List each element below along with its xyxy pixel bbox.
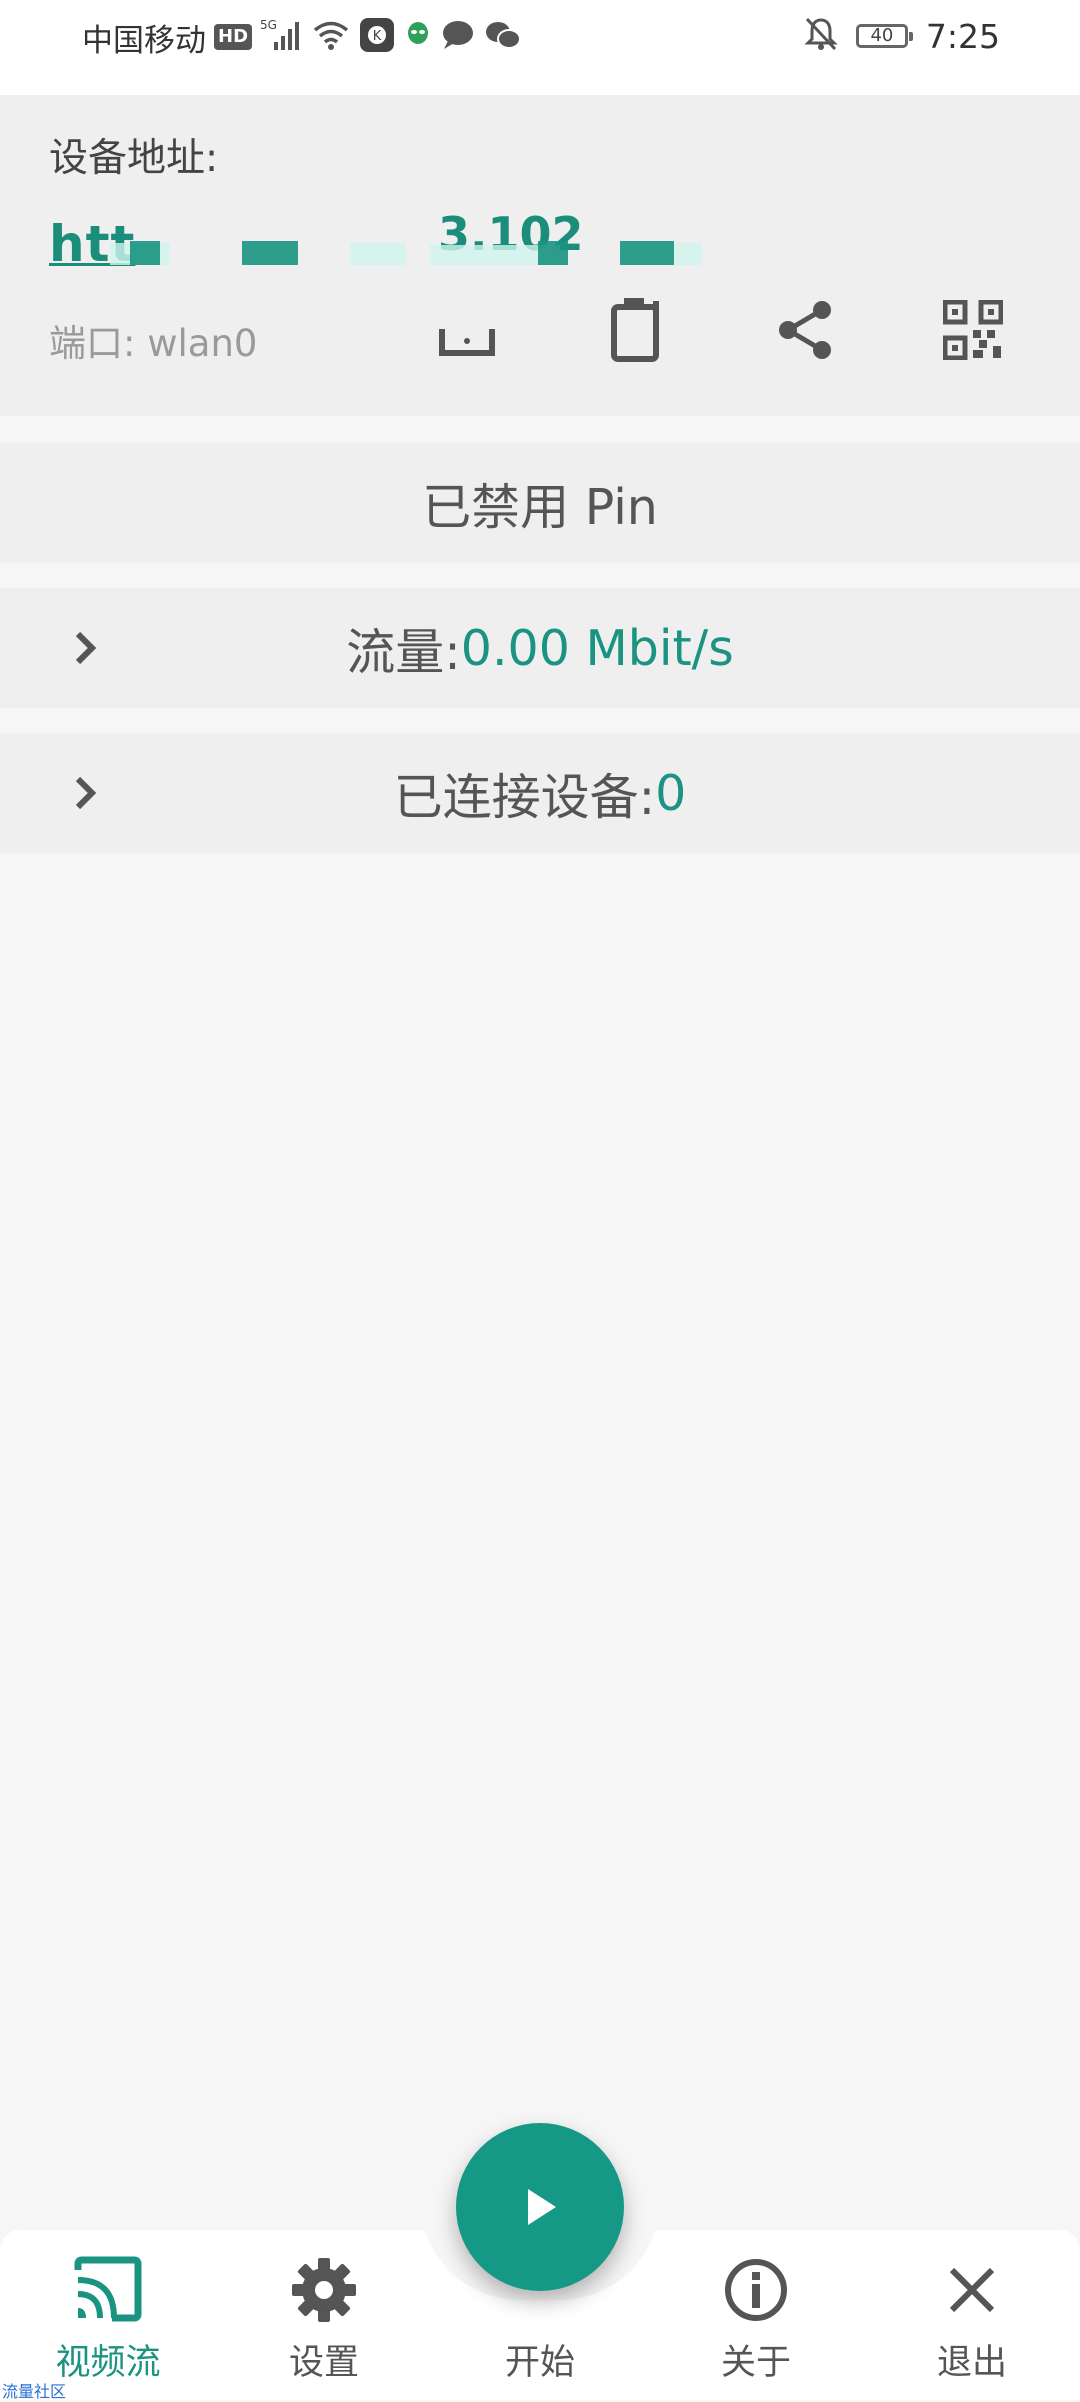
clock: 7:25 bbox=[925, 16, 1000, 56]
redaction-block bbox=[350, 243, 406, 265]
nav-item-settings[interactable]: 设置 bbox=[244, 2256, 404, 2385]
close-icon bbox=[949, 2267, 995, 2313]
chevron-right-icon bbox=[75, 776, 97, 810]
svg-text:K: K bbox=[373, 29, 382, 44]
cast-icon bbox=[74, 2256, 142, 2322]
port-label: 端口: wlan0 bbox=[49, 322, 258, 365]
carrier-name: 中国移动 bbox=[82, 22, 206, 59]
share-icon[interactable] bbox=[770, 295, 840, 365]
copy-icon[interactable] bbox=[600, 295, 670, 365]
open-browser-icon[interactable] bbox=[432, 295, 502, 365]
clients-value: 0 bbox=[655, 764, 687, 822]
wifi-icon bbox=[312, 19, 350, 55]
nav-item-about[interactable]: 关于 bbox=[676, 2256, 836, 2385]
pin-status-text: 已禁用 Pin bbox=[422, 478, 658, 536]
clients-row[interactable]: 已连接设备: 0 bbox=[0, 733, 1080, 853]
nav-label: 关于 bbox=[720, 2343, 791, 2383]
status-right: 40 7:25 bbox=[804, 14, 1000, 58]
chat-bubble-icon bbox=[440, 19, 476, 55]
address-card: 设备地址: htt 3.102 端口: wlan0 bbox=[0, 95, 1080, 416]
nav-label: 开始 bbox=[504, 2343, 575, 2383]
pin-status-row: 已禁用 Pin bbox=[0, 443, 1080, 563]
signal-icon: 5G bbox=[260, 18, 304, 56]
wechat-icon bbox=[484, 19, 522, 55]
redaction-block bbox=[130, 241, 160, 265]
chevron-right-icon bbox=[75, 631, 97, 665]
battery-icon: 40 bbox=[855, 24, 913, 48]
nav-item-start[interactable]: 开始 bbox=[460, 2256, 620, 2385]
app-notification-icon: K bbox=[358, 16, 396, 58]
traffic-value: 0.00 Mbit/s bbox=[460, 619, 734, 677]
redaction-block bbox=[620, 241, 674, 265]
bell-off-icon bbox=[804, 16, 838, 56]
alien-app-icon bbox=[404, 19, 432, 55]
status-bar: 中国移动 HD 5G K 40 7:25 bbox=[0, 0, 1080, 95]
play-icon bbox=[528, 2189, 556, 2225]
redaction-block bbox=[538, 241, 568, 265]
nav-item-stream[interactable]: 视频流 bbox=[28, 2256, 188, 2385]
traffic-row[interactable]: 流量: 0.00 Mbit/s bbox=[0, 588, 1080, 708]
redaction-block bbox=[242, 241, 298, 265]
clients-label: 已连接设备: bbox=[393, 768, 656, 826]
nav-label: 退出 bbox=[936, 2343, 1007, 2383]
redaction-block bbox=[674, 243, 702, 265]
nav-item-exit[interactable]: 退出 bbox=[892, 2256, 1052, 2385]
network-type: 5G bbox=[260, 18, 277, 32]
qr-code-icon[interactable] bbox=[938, 295, 1008, 365]
traffic-label: 流量: bbox=[346, 623, 461, 681]
gear-icon bbox=[292, 2258, 356, 2322]
status-left: 中国移动 HD 5G K bbox=[82, 16, 522, 59]
info-icon bbox=[725, 2259, 787, 2321]
nav-label: 设置 bbox=[288, 2343, 359, 2383]
hd-badge: HD bbox=[214, 24, 253, 50]
device-address-label: 设备地址: bbox=[49, 136, 219, 181]
watermark-text: 流量社区 bbox=[2, 2382, 67, 2401]
